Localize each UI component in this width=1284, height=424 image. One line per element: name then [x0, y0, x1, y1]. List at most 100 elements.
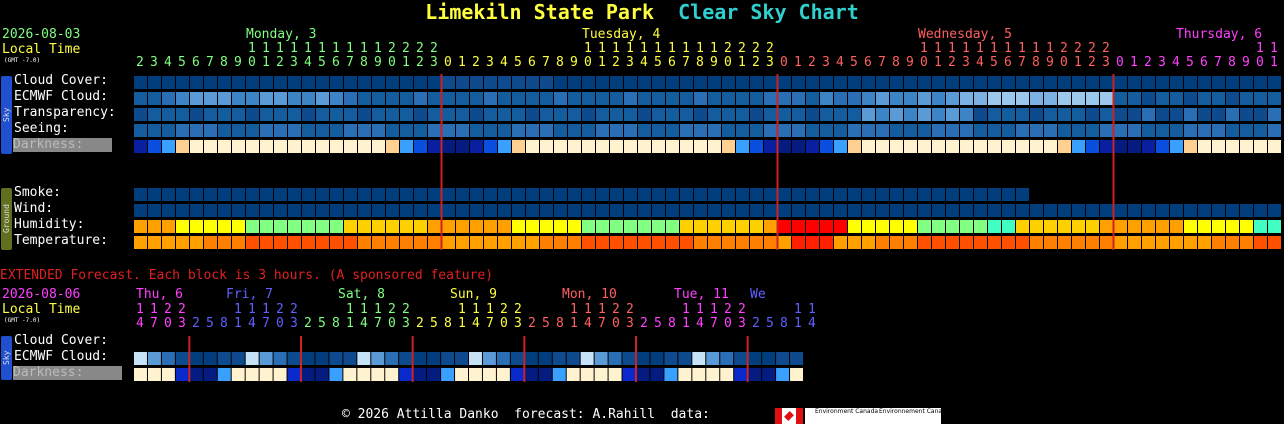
- ext-ecmwf-block: [427, 352, 441, 365]
- sky-block: [736, 92, 749, 105]
- sky-block: [1086, 92, 1099, 105]
- humidity-block: [386, 220, 399, 233]
- sky-block: [820, 124, 833, 137]
- sky-block: [428, 108, 441, 121]
- wind-block: [288, 204, 301, 217]
- humidity-block: [932, 220, 945, 233]
- sky-block: [1156, 124, 1169, 137]
- sky-block: [204, 92, 217, 105]
- sky-block: [246, 92, 259, 105]
- sky-block: [708, 108, 721, 121]
- sky-block: [1114, 76, 1127, 89]
- sky-block: [1058, 140, 1071, 153]
- temperature-block: [610, 236, 623, 249]
- ext-ecmwf-block: [147, 352, 161, 365]
- humidity-block: [512, 220, 525, 233]
- sky-block: [806, 92, 819, 105]
- sky-block: [708, 92, 721, 105]
- sky-block: [848, 108, 861, 121]
- ext-ecmwf-block: [762, 352, 776, 365]
- smoke-block: [610, 188, 623, 201]
- sky-block: [484, 76, 497, 89]
- smoke-block: [442, 188, 455, 201]
- sky-block: [750, 140, 763, 153]
- sky-block: [498, 124, 511, 137]
- sky-block: [358, 76, 371, 89]
- temperature-block: [1016, 236, 1029, 249]
- sky-block: [386, 140, 399, 153]
- smoke-block: [288, 188, 301, 201]
- temperature-block: [358, 236, 371, 249]
- temperature-block: [232, 236, 245, 249]
- sky-block: [1114, 92, 1127, 105]
- sky-block: [624, 76, 637, 89]
- sky-block: [190, 140, 203, 153]
- temperature-block: [806, 236, 819, 249]
- sky-block: [414, 92, 427, 105]
- sky-block: [1254, 140, 1267, 153]
- temperature-block: [274, 236, 287, 249]
- temperature-block: [498, 236, 511, 249]
- sky-block: [190, 124, 203, 137]
- sky-block: [890, 124, 903, 137]
- ext-ecmwf-block: [748, 352, 762, 365]
- temperature-block: [988, 236, 1001, 249]
- ext-darkness-block: [469, 368, 482, 381]
- sky-block: [1198, 140, 1211, 153]
- humidity-block: [498, 220, 511, 233]
- ext-darkness-block: [734, 368, 748, 381]
- temperature-block: [386, 236, 399, 249]
- sky-block: [1002, 92, 1015, 105]
- ext-ecmwf-block: [510, 352, 524, 365]
- ext-darkness-block: [622, 368, 636, 381]
- sky-block: [1128, 76, 1141, 89]
- sky-block: [162, 124, 175, 137]
- ext-darkness-block: [678, 368, 692, 381]
- sky-block: [1030, 140, 1043, 153]
- ext-ecmwf-block: [720, 352, 734, 365]
- temperature-block: [204, 236, 217, 249]
- sky-block: [862, 124, 875, 137]
- sky-block: [1268, 76, 1281, 89]
- sky-block: [1016, 124, 1029, 137]
- sky-block: [1212, 92, 1225, 105]
- sky-block: [274, 108, 287, 121]
- sky-block: [386, 124, 399, 137]
- sky-block: [358, 92, 371, 105]
- sky-block: [218, 92, 231, 105]
- ext-ecmwf-block: [399, 352, 413, 365]
- temperature-block: [246, 236, 259, 249]
- humidity-block: [1226, 220, 1239, 233]
- ext-ecmwf-block: [664, 352, 678, 365]
- temperature-block: [1072, 236, 1085, 249]
- sky-block: [274, 92, 287, 105]
- ext-ecmwf-block: [622, 352, 636, 365]
- humidity-block: [596, 220, 609, 233]
- sky-block: [568, 76, 581, 89]
- sky-block: [918, 124, 931, 137]
- temperature-block: [134, 236, 147, 249]
- temperature-block: [764, 236, 777, 249]
- temperature-block: [260, 236, 273, 249]
- wind-block: [960, 204, 973, 217]
- wind-block: [1030, 204, 1043, 217]
- sky-block: [764, 140, 777, 153]
- humidity-block: [316, 220, 329, 233]
- sky-block: [1212, 108, 1225, 121]
- temperature-block: [316, 236, 329, 249]
- sky-block: [820, 76, 833, 89]
- sky-block: [526, 140, 539, 153]
- sky-block: [148, 92, 161, 105]
- sky-block: [890, 76, 903, 89]
- sky-block: [470, 140, 483, 153]
- humidity-block: [1128, 220, 1141, 233]
- sky-block: [288, 140, 301, 153]
- humidity-block: [1086, 220, 1099, 233]
- smoke-block: [932, 188, 945, 201]
- sky-block: [316, 108, 329, 121]
- humidity-block: [722, 220, 735, 233]
- temperature-block: [1086, 236, 1099, 249]
- sky-block: [722, 124, 735, 137]
- ext-ecmwf-block: [566, 352, 580, 365]
- sky-block: [1142, 108, 1155, 121]
